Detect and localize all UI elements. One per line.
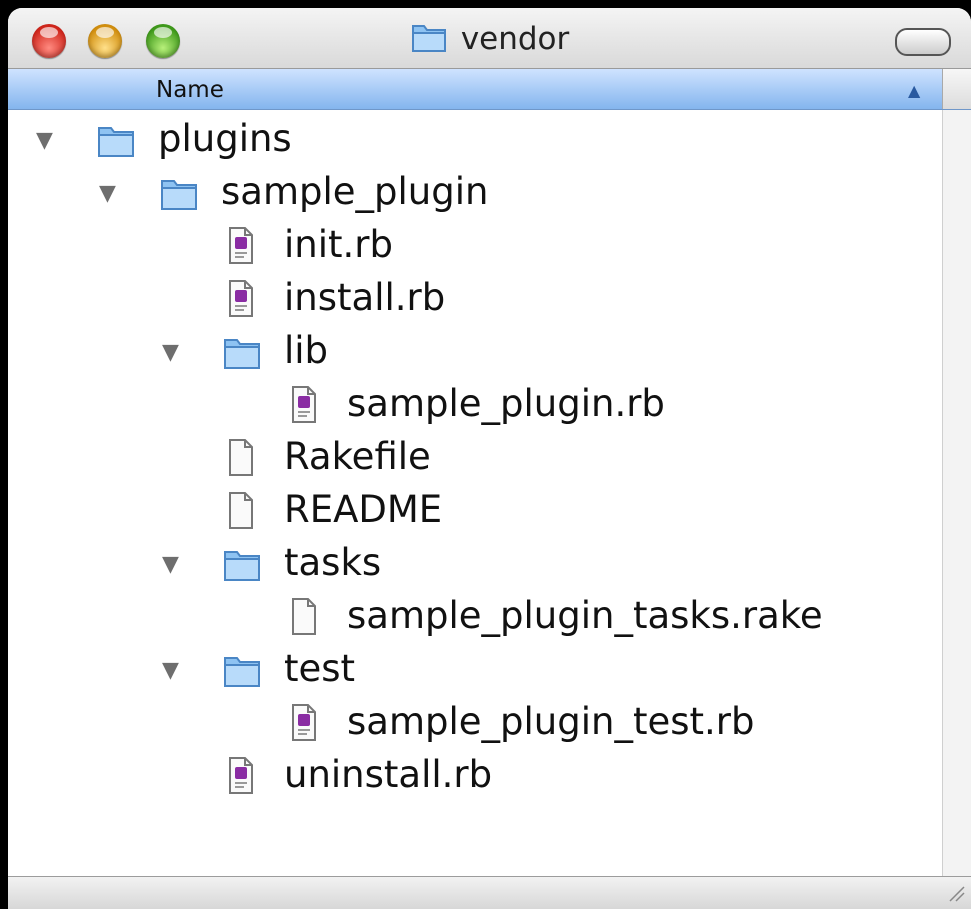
file-row[interactable]: Rakefile [8, 432, 942, 485]
file-row[interactable]: install.rb [8, 273, 942, 326]
window-title-text: vendor [460, 21, 570, 57]
item-label: lib [284, 329, 329, 372]
ruby-file-icon [224, 277, 256, 323]
file-row[interactable]: sample_plugin_tasks.rake [8, 591, 942, 644]
vertical-scrollbar[interactable] [942, 110, 971, 876]
toolbar-toggle-button[interactable] [895, 28, 951, 56]
folder-icon [96, 120, 136, 164]
sort-ascending-icon[interactable]: ▲ [908, 81, 920, 100]
folder-icon [222, 332, 262, 376]
disclosure-triangle-down-icon[interactable]: ▼ [162, 660, 179, 682]
item-label: test [284, 647, 356, 690]
folder-icon [222, 650, 262, 694]
folder-icon [222, 544, 262, 588]
file-row[interactable]: sample_plugin.rb [8, 379, 942, 432]
disclosure-triangle-down-icon[interactable]: ▼ [162, 342, 179, 364]
folder-icon [410, 20, 448, 58]
window-title: vendor [8, 20, 971, 58]
finder-window: vendor Name ▲ ▼ plugins ▼ sample_plugininit… [8, 8, 971, 909]
item-label: uninstall.rb [284, 753, 493, 796]
item-label: install.rb [284, 276, 446, 319]
folder-row[interactable]: ▼ sample_plugin [8, 167, 942, 220]
file-row[interactable]: init.rb [8, 220, 942, 273]
item-label: sample_plugin_test.rb [347, 700, 755, 743]
disclosure-triangle-down-icon[interactable]: ▼ [36, 130, 53, 152]
ruby-file-icon [287, 701, 319, 747]
file-row[interactable]: uninstall.rb [8, 750, 942, 803]
document-icon [224, 489, 256, 535]
file-row[interactable]: sample_plugin_test.rb [8, 697, 942, 750]
item-label: plugins [158, 117, 292, 160]
file-row[interactable]: README [8, 485, 942, 538]
file-tree-list[interactable]: ▼ plugins ▼ sample_plugin init.rb install.rb ▼… [8, 110, 942, 876]
item-label: sample_plugin.rb [347, 382, 665, 425]
title-bar[interactable]: vendor [8, 8, 971, 69]
folder-row[interactable]: ▼ test [8, 644, 942, 697]
folder-row[interactable]: ▼ plugins [8, 114, 942, 167]
scroll-header-corner [942, 69, 971, 109]
ruby-file-icon [224, 754, 256, 800]
folder-row[interactable]: ▼ tasks [8, 538, 942, 591]
document-icon [224, 436, 256, 482]
document-icon [287, 595, 319, 641]
folder-icon [159, 173, 199, 217]
item-label: README [284, 488, 443, 531]
disclosure-triangle-down-icon[interactable]: ▼ [99, 183, 116, 205]
ruby-file-icon [287, 383, 319, 429]
list-header: Name ▲ [8, 69, 971, 110]
resize-grip-icon[interactable] [945, 882, 965, 906]
ruby-file-icon [224, 224, 256, 270]
status-bar [8, 876, 971, 909]
folder-row[interactable]: ▼ lib [8, 326, 942, 379]
column-header-name[interactable]: Name [156, 77, 224, 103]
item-label: init.rb [284, 223, 393, 266]
item-label: sample_plugin_tasks.rake [347, 594, 823, 637]
disclosure-triangle-down-icon[interactable]: ▼ [162, 554, 179, 576]
item-label: sample_plugin [221, 170, 489, 213]
item-label: Rakefile [284, 435, 431, 478]
item-label: tasks [284, 541, 382, 584]
